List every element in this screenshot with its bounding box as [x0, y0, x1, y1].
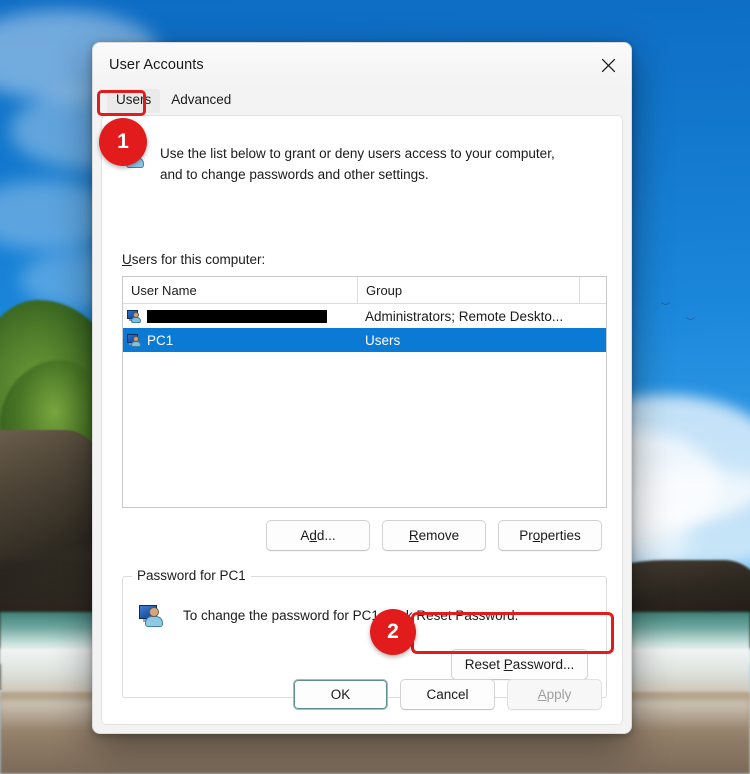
cancel-button-label: Cancel: [426, 687, 469, 702]
user-account-icon: [127, 333, 142, 347]
cell-user-name: PC1: [123, 333, 357, 348]
ok-button-label: OK: [330, 687, 351, 702]
users-tab-page: Use the list below to grant or deny user…: [101, 115, 623, 725]
close-icon[interactable]: [585, 43, 631, 87]
add-button[interactable]: Add...: [266, 520, 370, 551]
redacted-username: [147, 309, 327, 323]
user-account-icon: [127, 309, 142, 323]
properties-button-label: Properties: [519, 528, 581, 543]
cell-group: Users: [365, 332, 401, 348]
users-list-label-rest: sers for this computer:: [131, 252, 266, 267]
users-listview[interactable]: User Name Group Administrators; Remote D…: [122, 276, 607, 508]
cell-user-name: [123, 309, 357, 323]
add-button-label: Add...: [300, 528, 336, 543]
reset-password-button-label: Reset Password...: [464, 657, 575, 672]
username-text: PC1: [147, 332, 174, 348]
users-list-label-accesskey: U: [122, 252, 132, 267]
listview-header: User Name Group: [123, 277, 606, 304]
reset-password-button[interactable]: Reset Password...: [451, 649, 588, 680]
dialog-footer-buttons: OK Cancel Apply: [293, 679, 602, 710]
column-header-spacer: [580, 277, 606, 303]
table-row[interactable]: PC1 Users: [123, 328, 606, 352]
column-header-group[interactable]: Group: [358, 277, 580, 303]
intro-line-2: and to change passwords and other settin…: [160, 166, 429, 182]
tab-users[interactable]: Users: [107, 89, 161, 113]
annotation-badge-2: 2: [370, 609, 416, 655]
annotation-badge-1: 1: [99, 118, 147, 166]
table-row[interactable]: Administrators; Remote Deskto...: [123, 304, 606, 328]
password-description-text: To change the password for PC1, click Re…: [183, 607, 519, 623]
user-account-icon: [139, 603, 165, 627]
user-accounts-dialog: User Accounts Users Advanced Use the lis…: [92, 42, 632, 734]
intro-section: Use the list below to grant or deny user…: [120, 144, 604, 185]
intro-text: Use the list below to grant or deny user…: [160, 144, 555, 185]
remove-button[interactable]: Remove: [382, 520, 486, 551]
password-group-title: Password for PC1: [132, 568, 251, 583]
list-action-buttons: Add... Remove Properties: [266, 520, 602, 551]
properties-button[interactable]: Properties: [498, 520, 602, 551]
desktop-wallpaper: ︶ ︶ User Accounts Users Advanced Use the…: [0, 0, 750, 774]
dialog-title: User Accounts: [109, 57, 204, 73]
apply-button-label: Apply: [537, 687, 572, 702]
tab-advanced[interactable]: Advanced: [162, 89, 240, 113]
tab-strip: Users Advanced: [107, 87, 631, 113]
ok-button[interactable]: OK: [293, 679, 388, 710]
users-list-label: Users for this computer:: [122, 252, 265, 267]
bird-decoration: ︶: [685, 317, 695, 327]
apply-button: Apply: [507, 679, 602, 710]
cancel-button[interactable]: Cancel: [400, 679, 495, 710]
dialog-titlebar: User Accounts: [93, 43, 631, 87]
cell-group: Administrators; Remote Deskto...: [365, 308, 564, 324]
password-description-row: To change the password for PC1, click Re…: [139, 603, 590, 627]
intro-line-1: Use the list below to grant or deny user…: [160, 146, 555, 161]
remove-button-label: Remove: [408, 528, 460, 543]
column-header-user-name[interactable]: User Name: [123, 277, 358, 303]
bird-decoration: ︶: [660, 302, 670, 312]
